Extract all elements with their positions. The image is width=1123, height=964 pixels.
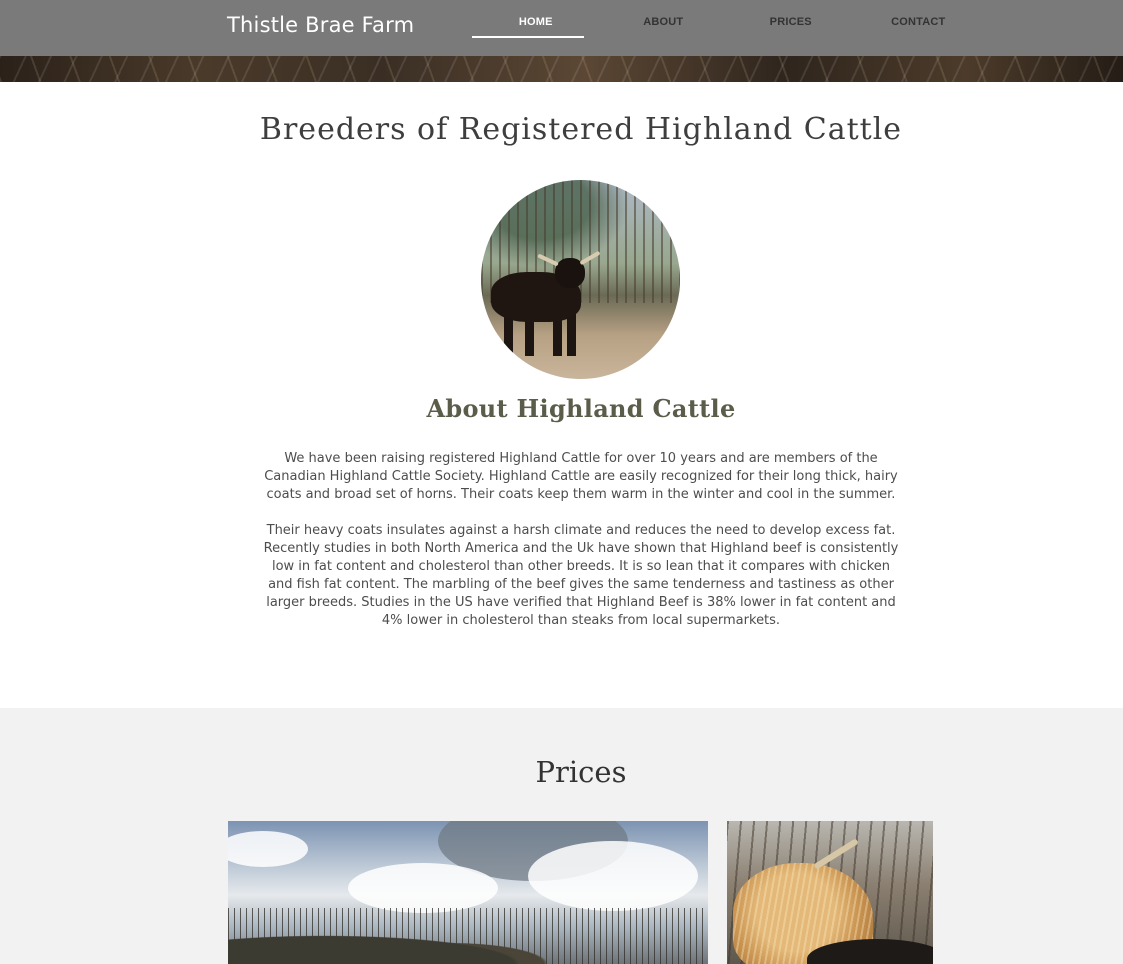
nav-about[interactable]: ABOUT (600, 0, 728, 56)
prices-section: Prices (0, 708, 1123, 964)
about-heading: About Highland Cattle (426, 394, 736, 423)
pasture-sky-photo (228, 821, 708, 964)
highland-cow-photo (481, 180, 680, 379)
nav-contact[interactable]: CONTACT (855, 0, 983, 56)
site-header: Thistle Brae Farm HOME ABOUT PRICES CONT… (0, 0, 1123, 56)
nav-home[interactable]: HOME (472, 0, 600, 56)
highland-calf-photo (727, 821, 933, 964)
prices-heading: Prices (535, 755, 627, 789)
site-title[interactable]: Thistle Brae Farm (227, 13, 414, 37)
main-nav: HOME ABOUT PRICES CONTACT (472, 0, 982, 56)
nav-prices[interactable]: PRICES (727, 0, 855, 56)
page-title: Breeders of Registered Highland Cattle (259, 112, 903, 147)
about-paragraph-2: Their heavy coats insulates against a ha… (263, 523, 899, 628)
about-paragraph-1: We have been raising registered Highland… (264, 451, 898, 502)
